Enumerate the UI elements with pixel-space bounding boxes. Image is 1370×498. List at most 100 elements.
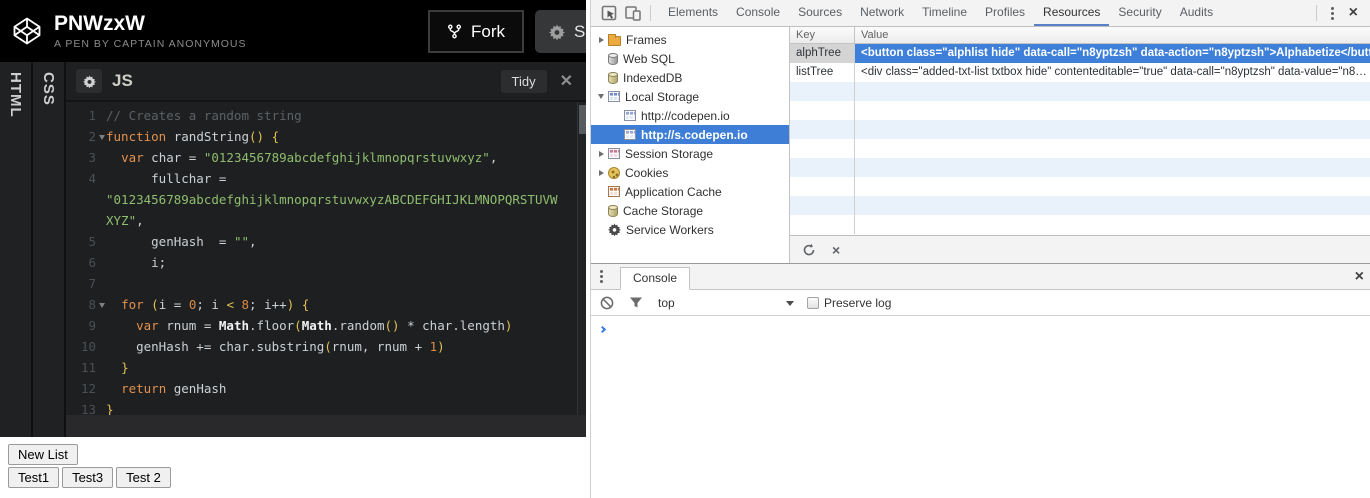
devtools-menu-icon[interactable] [1330,11,1334,15]
tab-timeline[interactable]: Timeline [913,0,976,26]
refresh-icon[interactable] [802,243,816,257]
settings-button[interactable]: Se [535,10,586,53]
storage-key-cell [790,177,855,196]
sidebar-item-indexeddb[interactable]: IndexedDB [591,68,789,87]
drawer-menu-icon[interactable] [600,275,603,278]
database-tan-icon [608,71,618,84]
empty-table-row [790,82,1370,101]
device-toolbar-button[interactable] [624,4,642,22]
line-number: 2 [88,129,96,144]
sidebar-item-application-cache[interactable]: Application Cache [591,182,789,201]
fold-arrow-icon[interactable] [99,135,105,140]
test-button-test1[interactable]: Test1 [8,467,60,488]
code-editor[interactable]: 1// Creates a random string 2 function ran… [66,102,586,415]
scrollbar-thumb[interactable] [579,105,586,134]
delete-item-icon[interactable]: × [832,242,840,258]
tab-security[interactable]: Security [1109,0,1170,26]
gear-icon [608,223,621,237]
sidebar-item-web-sql[interactable]: Web SQL [591,49,789,68]
tab-sources[interactable]: Sources [789,0,851,26]
sidebar-item-label: Session Storage [625,146,714,161]
code-token: , [136,213,144,228]
chevron-down-icon[interactable] [786,301,794,306]
device-toolbar-icon [625,6,641,21]
code-token: "" [233,234,249,249]
editor-scrollbar[interactable] [577,102,586,415]
sidebar-item-frames[interactable]: Frames [591,30,789,49]
html-tab-label: HTML [7,72,24,118]
code-token: ) [437,339,445,354]
filter-icon[interactable] [629,296,643,309]
fold-arrow-icon[interactable] [99,303,105,308]
folder-icon [608,33,621,46]
storage-value-cell [855,215,1370,234]
devtools-close-icon[interactable]: × [1343,5,1364,21]
drawer-close-icon[interactable]: × [1349,268,1370,285]
code-text: genHash = "", [96,231,256,252]
sidebar-item-http-codepen-io[interactable]: http://codepen.io [591,106,789,125]
console-prompt-icon [598,325,607,334]
code-line: 11 } [66,357,586,378]
sidebar-item-cookies[interactable]: Cookies [591,163,789,182]
test-button-test-2[interactable]: Test 2 [116,467,171,488]
css-tab-label: CSS [40,72,57,106]
table-row[interactable]: listTree <div class="added-txt-list txtbo… [790,63,1370,82]
disclosure-triangle-icon[interactable] [596,151,606,157]
code-text: XYZ", [96,210,144,231]
tab-html-collapsed[interactable]: HTML [0,62,33,437]
code-token: fullchar = [106,171,227,186]
test-buttons-row: Test1 Test3 Test 2 [8,467,586,488]
console-output[interactable] [591,316,1370,498]
column-header-key[interactable]: Key [790,27,855,43]
preserve-log-label: Preserve log [824,296,892,310]
tab-resources[interactable]: Resources [1034,0,1109,26]
sidebar-item-cache-storage[interactable]: Cache Storage [591,201,789,220]
new-list-button[interactable]: New List [8,444,78,465]
tab-console-drawer[interactable]: Console [620,267,691,290]
storage-key-cell: alphTree [790,44,855,63]
fork-button[interactable]: Fork [428,10,524,53]
tab-audits[interactable]: Audits [1171,0,1222,26]
code-token: Math [301,318,332,333]
empty-table-row [790,139,1370,158]
sidebar-item-service-workers[interactable]: Service Workers [591,220,789,239]
disclosure-triangle-icon[interactable] [596,170,606,176]
preserve-log-checkbox[interactable] [807,297,819,309]
code-lines: 1// Creates a random string 2 function ran… [66,102,586,415]
code-token: i = [158,297,189,312]
js-panel-close-icon[interactable]: ✕ [560,71,573,91]
tidy-button[interactable]: Tidy [500,69,547,93]
execution-context-selector[interactable]: top [658,296,675,310]
line-number: 6 [88,255,96,270]
tab-css-collapsed[interactable]: CSS [33,62,66,437]
storage-grid-body: alphTree <button class="alphlist hide" da… [790,44,1370,235]
table-row[interactable]: alphTree <button class="alphlist hide" da… [790,44,1370,63]
code-token: ; i++ [249,297,287,312]
tab-elements[interactable]: Elements [659,0,727,26]
test-button-test3[interactable]: Test3 [62,467,114,488]
inspect-element-button[interactable] [600,4,618,22]
code-text: "0123456789abcdefghijklmnopqrstuvwxyzABC… [96,189,558,210]
js-settings-button[interactable] [76,69,102,93]
line-number: 10 [80,339,96,354]
column-header-value[interactable]: Value [855,27,1370,43]
code-token: randString [166,129,250,144]
tab-profiles[interactable]: Profiles [976,0,1034,26]
tab-console[interactable]: Console [727,0,789,26]
sidebar-item-label: Cookies [625,165,669,180]
storage-value-cell: <div class="added-txt-list txtbox hide" … [861,66,1367,78]
empty-table-row [790,158,1370,177]
clear-console-icon[interactable] [600,296,614,310]
storage-toolbar: × [790,235,1370,263]
code-text: } [96,399,114,415]
code-text: function randString() { [96,126,279,147]
disclosure-triangle-icon[interactable] [596,94,606,99]
sidebar-item-local-storage[interactable]: Local Storage [591,87,789,106]
code-token: Math [218,318,250,333]
sidebar-item-http-s-codepen-io[interactable]: http://s.codepen.io [591,125,789,144]
sidebar-item-session-storage[interactable]: Session Storage [591,144,789,163]
disclosure-triangle-icon[interactable] [596,37,606,43]
tab-network[interactable]: Network [851,0,913,26]
